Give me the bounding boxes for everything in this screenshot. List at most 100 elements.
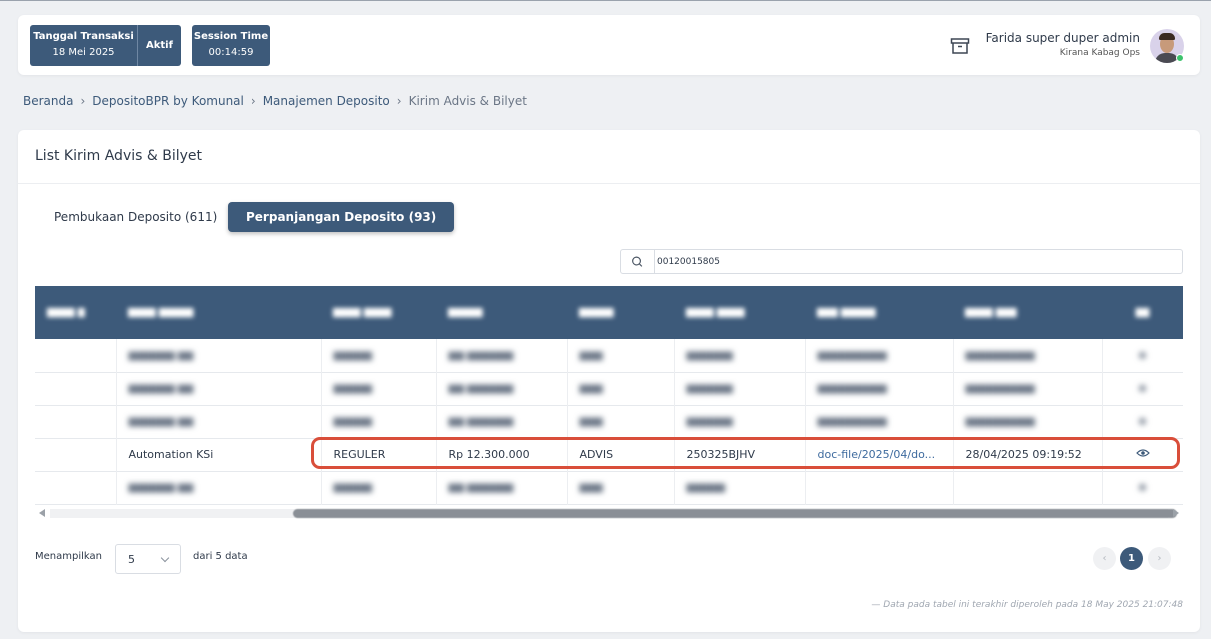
table-row: ▆▆▆▆▆▆ ▆▆ ▆▆▆▆▆ ▆▆ ▆▆▆▆▆▆ ▆▆▆ ▆▆▆▆▆▆ ▆▆▆… bbox=[35, 339, 1183, 372]
breadcrumb-item-home[interactable]: Beranda bbox=[23, 94, 73, 108]
user-role: Kirana Kabag Ops bbox=[1059, 48, 1140, 58]
chevron-down-icon bbox=[160, 553, 170, 563]
table-header-cell: ▇▇▇▇ ▇▇▇ bbox=[965, 307, 1017, 318]
table-cell: ▆▆ ▆▆▆▆▆▆ bbox=[436, 372, 568, 405]
table-cell: ▆▆▆▆▆▆ bbox=[674, 339, 806, 372]
session-time-badge: Session Time 00:14:59 bbox=[192, 25, 270, 66]
table-header-cell: ▇▇▇ ▇▇▇▇▇ bbox=[817, 307, 876, 318]
chevron-right-icon: › bbox=[250, 94, 256, 108]
eye-icon[interactable] bbox=[1135, 448, 1150, 458]
scroll-left-arrow-icon[interactable] bbox=[39, 509, 45, 517]
table-row-highlighted[interactable]: Automation KSi REGULER Rp 12.300.000 ADV… bbox=[35, 438, 1183, 471]
breadcrumb-current: Kirim Advis & Bilyet bbox=[408, 94, 527, 108]
transaction-date-section: Tanggal Transaksi 18 Mei 2025 bbox=[30, 25, 138, 66]
total-data-label: dari 5 data bbox=[193, 551, 248, 562]
user-name: Farida super duper admin bbox=[985, 31, 1140, 45]
show-label: Menampilkan bbox=[35, 551, 102, 562]
cell-file-dokumen-link[interactable]: doc-file/2025/04/do... bbox=[805, 438, 954, 471]
transaction-date-badge: Tanggal Transaksi 18 Mei 2025 Aktif bbox=[30, 25, 181, 66]
table-header-cell: ▇▇▇▇ ▇▇▇▇▇ bbox=[128, 307, 194, 318]
table-cell: ◉ bbox=[1102, 372, 1183, 405]
table-cell: ▆▆▆▆▆▆▆▆▆ bbox=[805, 372, 954, 405]
table-cell bbox=[35, 339, 117, 372]
table-cell: ▆▆▆▆▆▆ ▆▆ bbox=[116, 471, 322, 504]
table-header-cell: ▇▇▇▇ ▇ bbox=[47, 307, 85, 318]
table-cell: ◉ bbox=[1102, 405, 1183, 438]
table-cell: ◉ bbox=[1102, 339, 1183, 372]
chevron-right-icon: › bbox=[80, 94, 86, 108]
breadcrumb-item-manajemen-deposito[interactable]: Manajemen Deposito bbox=[263, 94, 390, 108]
table-cell: ▆▆▆▆▆▆▆▆▆ bbox=[805, 339, 954, 372]
tab-perpanjangan-deposito[interactable]: Perpanjangan Deposito (93) bbox=[228, 202, 455, 232]
table-cell: ▆▆▆ bbox=[567, 372, 675, 405]
breadcrumb: Beranda › DepositoBPR by Komunal › Manajemen… bbox=[23, 94, 527, 108]
tab-pembukaan-deposito[interactable]: Pembukaan Deposito (611) bbox=[36, 202, 235, 232]
cell-nominal: Rp 12.300.000 bbox=[436, 438, 568, 471]
table-cell bbox=[953, 471, 1103, 504]
cell-jenis-deposito: REGULER bbox=[321, 438, 437, 471]
table-cell: ▆▆▆▆▆▆ ▆▆ bbox=[116, 405, 322, 438]
table-cell: ▆▆▆▆▆ bbox=[321, 339, 437, 372]
search-icon bbox=[632, 250, 655, 273]
table-cell: ▆▆▆▆▆▆▆▆▆ bbox=[953, 405, 1103, 438]
horizontal-scrollbar[interactable] bbox=[35, 507, 1183, 519]
scroll-right-arrow-icon[interactable] bbox=[1173, 509, 1179, 517]
table-cell: ▆▆▆▆▆▆ bbox=[674, 405, 806, 438]
avatar-hair bbox=[1159, 33, 1175, 40]
chevron-right-icon: › bbox=[396, 94, 402, 108]
table-cell: ▆▆ ▆▆▆▆▆▆ bbox=[436, 471, 568, 504]
transaction-date-value: 18 Mei 2025 bbox=[52, 47, 115, 58]
main-card: List Kirim Advis & Bilyet Pembukaan Depo… bbox=[18, 130, 1200, 632]
page-size-value: 5 bbox=[128, 553, 135, 566]
session-time-value: 00:14:59 bbox=[208, 47, 254, 58]
pagination-prev-button[interactable]: ‹ bbox=[1093, 547, 1116, 570]
top-bar: Tanggal Transaksi 18 Mei 2025 Aktif Sess… bbox=[18, 15, 1200, 75]
pagination-next-button[interactable]: › bbox=[1148, 547, 1171, 570]
table-cell: ▆▆▆▆▆▆ ▆▆ bbox=[116, 339, 322, 372]
cell-nomor-dokumen: 250325BJHV bbox=[674, 438, 806, 471]
table-cell: ◉ bbox=[1102, 471, 1183, 504]
table-cell: ▆▆▆ bbox=[567, 339, 675, 372]
table-cell: ▆▆▆▆▆▆▆▆▆ bbox=[953, 372, 1103, 405]
table-cell: ▆▆▆▆▆▆▆▆▆ bbox=[953, 339, 1103, 372]
table-row: ▆▆▆▆▆▆ ▆▆ ▆▆▆▆▆ ▆▆ ▆▆▆▆▆▆ ▆▆▆ ▆▆▆▆▆▆ ▆▆▆… bbox=[35, 405, 1183, 438]
table-cell bbox=[35, 372, 117, 405]
table-cell: ▆▆▆▆▆▆▆▆▆ bbox=[805, 405, 954, 438]
table-cell bbox=[35, 405, 117, 438]
table-cell: ▆▆▆ bbox=[567, 471, 675, 504]
table-cell: ▆▆ ▆▆▆▆▆▆ bbox=[436, 339, 568, 372]
table-cell: ▆▆▆▆▆ bbox=[674, 471, 806, 504]
table-cell bbox=[805, 471, 954, 504]
table-cell bbox=[35, 438, 117, 471]
table-header-cell: ▇▇▇▇▇ bbox=[579, 307, 614, 318]
data-table: ▇▇▇▇ ▇ ▇▇▇▇ ▇▇▇▇▇ ▇▇▇▇ ▇▇▇▇ ▇▇▇▇▇ ▇▇ ▇▇▇ … bbox=[35, 286, 1183, 518]
table-cell: ▆▆▆▆▆ bbox=[321, 405, 437, 438]
pagination-page-button[interactable]: 1 bbox=[1120, 547, 1143, 570]
table-header-row: ▇▇▇▇ ▇ ▇▇▇▇ ▇▇▇▇▇ ▇▇▇▇ ▇▇▇▇ ▇▇▇▇▇ ▇▇ ▇▇▇ … bbox=[35, 286, 1183, 339]
table-cell: ▆▆▆▆▆▆ ▆▆ bbox=[116, 372, 322, 405]
cell-nama-nasabah: Automation KSi bbox=[116, 438, 322, 471]
table-header-cell: ▇▇ bbox=[1135, 307, 1150, 318]
page-title: List Kirim Advis & Bilyet bbox=[35, 148, 203, 164]
cell-dokumen: ADVIS bbox=[567, 438, 675, 471]
page-size-select[interactable]: 5 bbox=[115, 544, 181, 574]
search-input[interactable] bbox=[657, 252, 1177, 271]
table-cell: ▆▆▆▆▆ bbox=[321, 372, 437, 405]
online-status-dot bbox=[1176, 54, 1184, 62]
table-cell: ▆▆▆▆▆▆ bbox=[674, 372, 806, 405]
table-cell: ▆▆ ▆▆▆▆▆▆ bbox=[436, 405, 568, 438]
cell-action bbox=[1102, 438, 1183, 471]
table-header-cell: ▇▇▇▇▇ bbox=[448, 307, 483, 318]
session-time-label: Session Time bbox=[193, 31, 269, 42]
table-row: ▆▆▆▆▆▆ ▆▆ ▆▆▆▆▆ ▆▆ ▆▆▆▆▆▆ ▆▆▆ ▆▆▆▆▆▆ ▆▆▆… bbox=[35, 372, 1183, 405]
archive-icon[interactable] bbox=[950, 37, 970, 55]
table-header-cell: ▇▇▇▇ ▇▇▇▇ bbox=[686, 307, 745, 318]
table-cell: ▆▆▆▆▆ bbox=[321, 471, 437, 504]
table-cell bbox=[35, 471, 117, 504]
status-badge: Aktif bbox=[146, 40, 173, 51]
divider bbox=[18, 183, 1200, 184]
breadcrumb-item-deposito-bpr[interactable]: DepositoBPR by Komunal bbox=[92, 94, 244, 108]
scrollbar-thumb[interactable] bbox=[293, 509, 1177, 518]
last-updated-note: — Data pada tabel ini terakhir diperoleh… bbox=[871, 600, 1183, 610]
table-header-cell: ▇▇▇▇ ▇▇▇▇ bbox=[333, 307, 392, 318]
